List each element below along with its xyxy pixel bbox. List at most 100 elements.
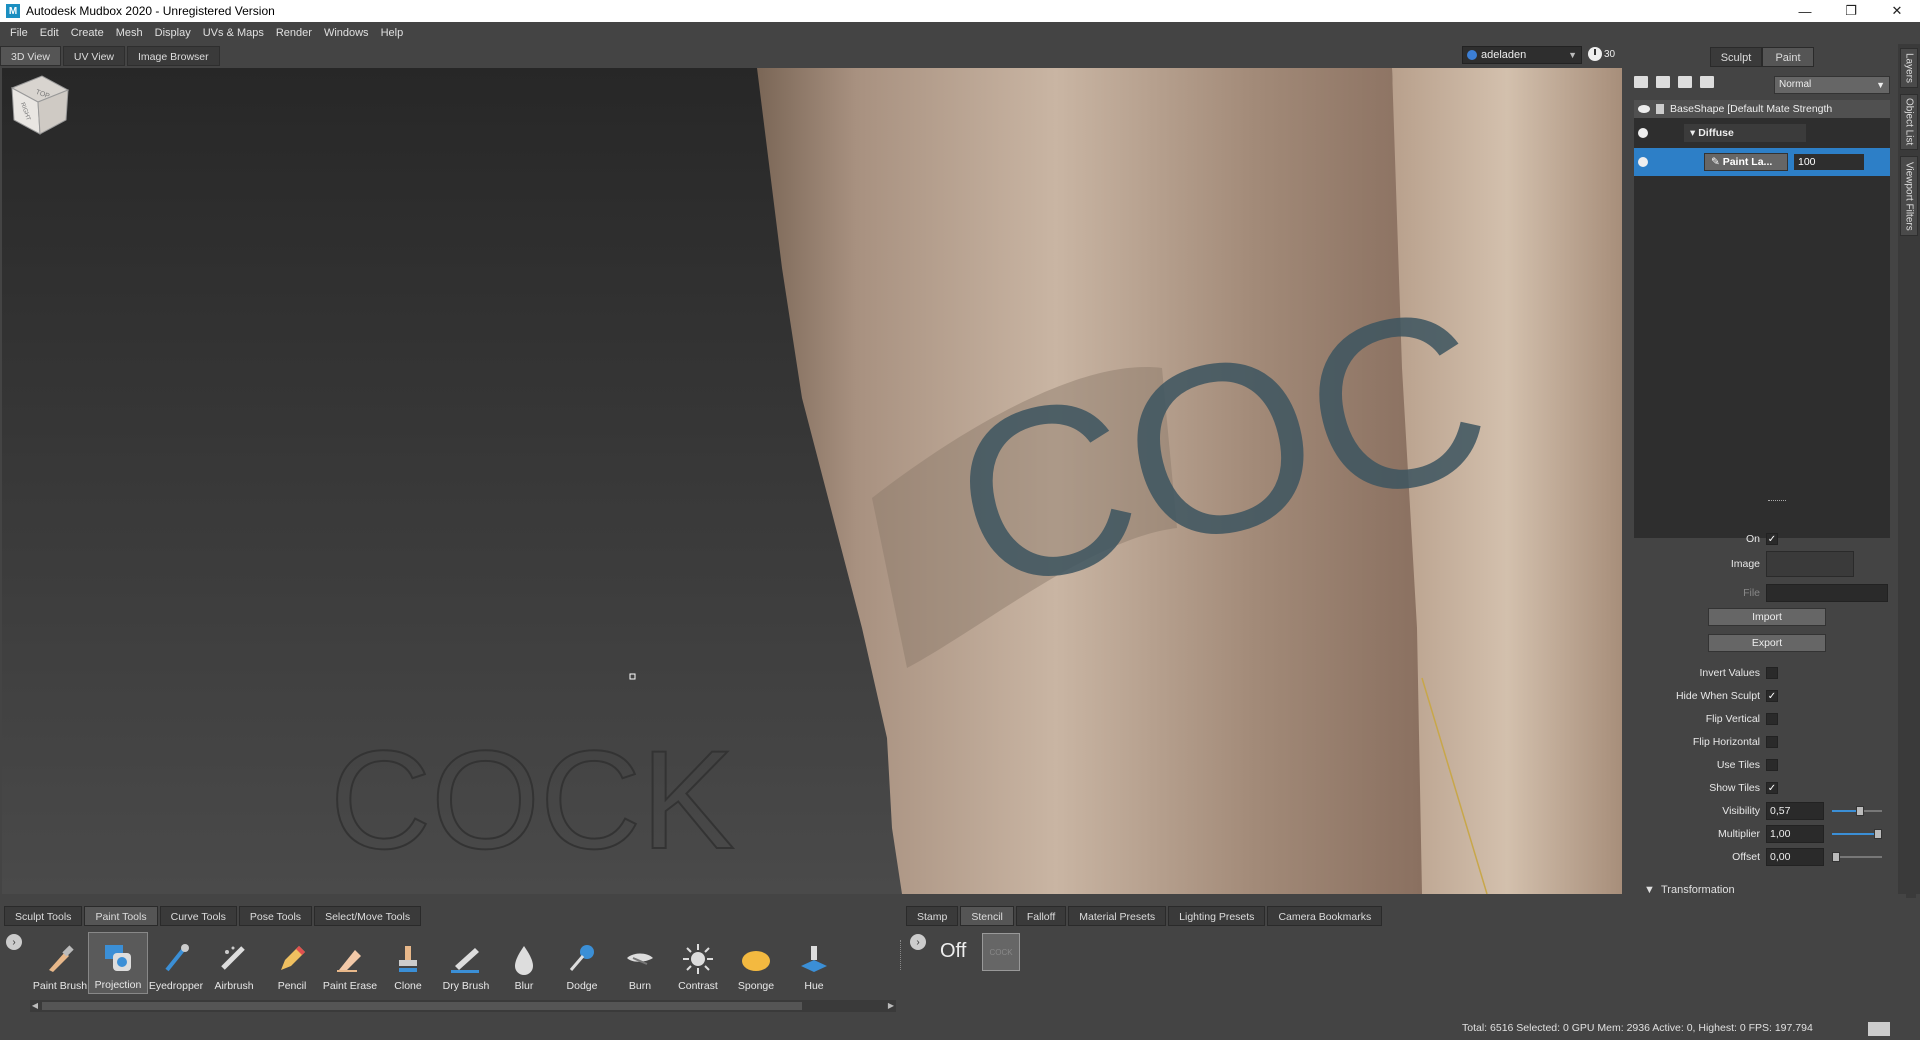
tool-label: Sponge: [737, 980, 775, 992]
restore-button[interactable]: ❐: [1828, 0, 1874, 22]
stencil-off-label[interactable]: Off: [940, 940, 966, 963]
tab-lighting-presets[interactable]: Lighting Presets: [1168, 906, 1266, 926]
scroll-right-icon[interactable]: ▶: [886, 1000, 896, 1012]
multiplier-slider[interactable]: [1832, 828, 1882, 840]
account-dropdown[interactable]: adeladen ▼: [1462, 46, 1582, 64]
tool-airbrush[interactable]: Airbrush: [204, 932, 264, 994]
tool-label: Clone: [394, 980, 422, 992]
tab-select-move-tools[interactable]: Select/Move Tools: [314, 906, 422, 926]
tray-divider[interactable]: [900, 940, 902, 970]
flip-horizontal-checkbox[interactable]: [1766, 736, 1778, 748]
base-layer-row[interactable]: BaseShape [Default Mate Strength: [1634, 100, 1890, 118]
multiplier-field[interactable]: 1,00: [1766, 825, 1824, 843]
menu-file[interactable]: File: [4, 27, 34, 39]
tool-paint-brush[interactable]: Paint Brush: [30, 932, 90, 994]
tab-material-presets[interactable]: Material Presets: [1068, 906, 1167, 926]
tab-curve-tools[interactable]: Curve Tools: [159, 906, 237, 926]
airbrush-icon: [221, 946, 245, 970]
panel-splitter[interactable]: [1768, 500, 1786, 502]
tool-pencil[interactable]: Pencil: [262, 932, 322, 994]
tool-dodge[interactable]: Dodge: [552, 932, 612, 994]
tool-blur[interactable]: Blur: [494, 932, 554, 994]
tool-paint-erase[interactable]: Paint Erase: [320, 932, 380, 994]
on-checkbox[interactable]: ✓: [1766, 533, 1778, 545]
blend-mode-select[interactable]: Normal ▼: [1774, 76, 1890, 94]
trash-icon[interactable]: [1700, 76, 1714, 88]
file-field[interactable]: [1766, 584, 1888, 602]
tool-hue[interactable]: Hue: [784, 932, 844, 994]
paint-erase-icon: [337, 950, 361, 972]
tab-layers[interactable]: Layers: [1900, 48, 1918, 88]
menu-edit[interactable]: Edit: [34, 27, 65, 39]
diffuse-channel-row[interactable]: ▾ Diffuse: [1634, 122, 1890, 144]
tool-projection[interactable]: Projection: [88, 932, 148, 994]
tab-image-browser[interactable]: Image Browser: [127, 46, 220, 66]
tool-contrast[interactable]: Contrast: [668, 932, 728, 994]
menu-create[interactable]: Create: [65, 27, 110, 39]
menu-mesh[interactable]: Mesh: [110, 27, 149, 39]
eye-icon[interactable]: [1638, 105, 1650, 113]
import-button[interactable]: Import: [1708, 608, 1826, 626]
offset-slider[interactable]: [1832, 851, 1882, 863]
visibility-label: Visibility: [1722, 805, 1760, 817]
tab-paint[interactable]: Paint: [1762, 47, 1814, 67]
paint-layer-row[interactable]: ✎ Paint La... 100: [1634, 148, 1890, 176]
lock-icon[interactable]: [1656, 104, 1664, 114]
tray-expand-icon[interactable]: ›: [6, 934, 22, 950]
tab-sculpt[interactable]: Sculpt: [1710, 47, 1762, 67]
tab-viewport-filters[interactable]: Viewport Filters: [1900, 156, 1918, 236]
menu-display[interactable]: Display: [149, 27, 197, 39]
tab-pose-tools[interactable]: Pose Tools: [238, 906, 313, 926]
tab-sculpt-tools[interactable]: Sculpt Tools: [4, 906, 83, 926]
camera-icon[interactable]: [1656, 76, 1670, 88]
folder-icon[interactable]: [1678, 76, 1692, 88]
scroll-left-icon[interactable]: ◀: [30, 1000, 40, 1012]
viewcube[interactable]: TOP RIGHT: [2, 68, 72, 138]
flip-vertical-checkbox[interactable]: [1766, 713, 1778, 725]
tool-burn[interactable]: Burn: [610, 932, 670, 994]
tab-object-list[interactable]: Object List: [1900, 94, 1918, 150]
minimize-button[interactable]: —: [1782, 0, 1828, 22]
tool-label: Contrast: [678, 980, 718, 992]
menu-render[interactable]: Render: [270, 27, 318, 39]
status-indicator: [1868, 1022, 1890, 1036]
visibility-dot-icon[interactable]: [1638, 128, 1648, 138]
tool-label: Pencil: [277, 980, 307, 992]
offset-field[interactable]: 0,00: [1766, 848, 1824, 866]
tab-paint-tools[interactable]: Paint Tools: [84, 906, 158, 926]
tab-3d-view[interactable]: 3D View: [0, 46, 61, 66]
tool-clone[interactable]: Clone: [378, 932, 438, 994]
invert-values-label: Invert Values: [1699, 667, 1760, 679]
tab-camera-bookmarks[interactable]: Camera Bookmarks: [1267, 906, 1383, 926]
hide-when-sculpt-checkbox[interactable]: ✓: [1766, 690, 1778, 702]
tab-stencil[interactable]: Stencil: [960, 906, 1014, 926]
visibility-field[interactable]: 0,57: [1766, 802, 1824, 820]
tab-uv-view[interactable]: UV View: [62, 46, 125, 66]
image-slot[interactable]: [1766, 551, 1854, 577]
menu-windows[interactable]: Windows: [318, 27, 375, 39]
trial-indicator[interactable]: 30: [1588, 47, 1615, 61]
tab-stamp[interactable]: Stamp: [906, 906, 959, 926]
use-tiles-checkbox[interactable]: [1766, 759, 1778, 771]
layer-opacity-field[interactable]: 100: [1794, 154, 1864, 170]
projection-icon: [105, 945, 131, 971]
show-tiles-checkbox[interactable]: ✓: [1766, 782, 1778, 794]
trial-days: 30: [1604, 48, 1616, 60]
transformation-section[interactable]: ▼ Transformation: [1644, 884, 1735, 896]
3d-viewport[interactable]: COC COCK TOP RIGHT: [2, 68, 1622, 894]
invert-values-checkbox[interactable]: [1766, 667, 1778, 679]
tool-eyedropper[interactable]: Eyedropper: [146, 932, 206, 994]
visibility-slider[interactable]: [1832, 805, 1882, 817]
stencil-expand-icon[interactable]: ›: [910, 934, 926, 950]
tool-dry-brush[interactable]: Dry Brush: [436, 932, 496, 994]
tools-scrollbar[interactable]: ◀ ▶: [30, 1000, 896, 1012]
stencil-thumbnail[interactable]: COCK: [982, 933, 1020, 971]
export-button[interactable]: Export: [1708, 634, 1826, 652]
visibility-dot-icon[interactable]: [1638, 157, 1648, 167]
tool-sponge[interactable]: Sponge: [726, 932, 786, 994]
tab-falloff[interactable]: Falloff: [1015, 906, 1067, 926]
close-button[interactable]: ✕: [1874, 0, 1920, 22]
new-layer-icon[interactable]: [1634, 76, 1648, 88]
menu-help[interactable]: Help: [375, 27, 410, 39]
menu-uvs-maps[interactable]: UVs & Maps: [197, 27, 270, 39]
